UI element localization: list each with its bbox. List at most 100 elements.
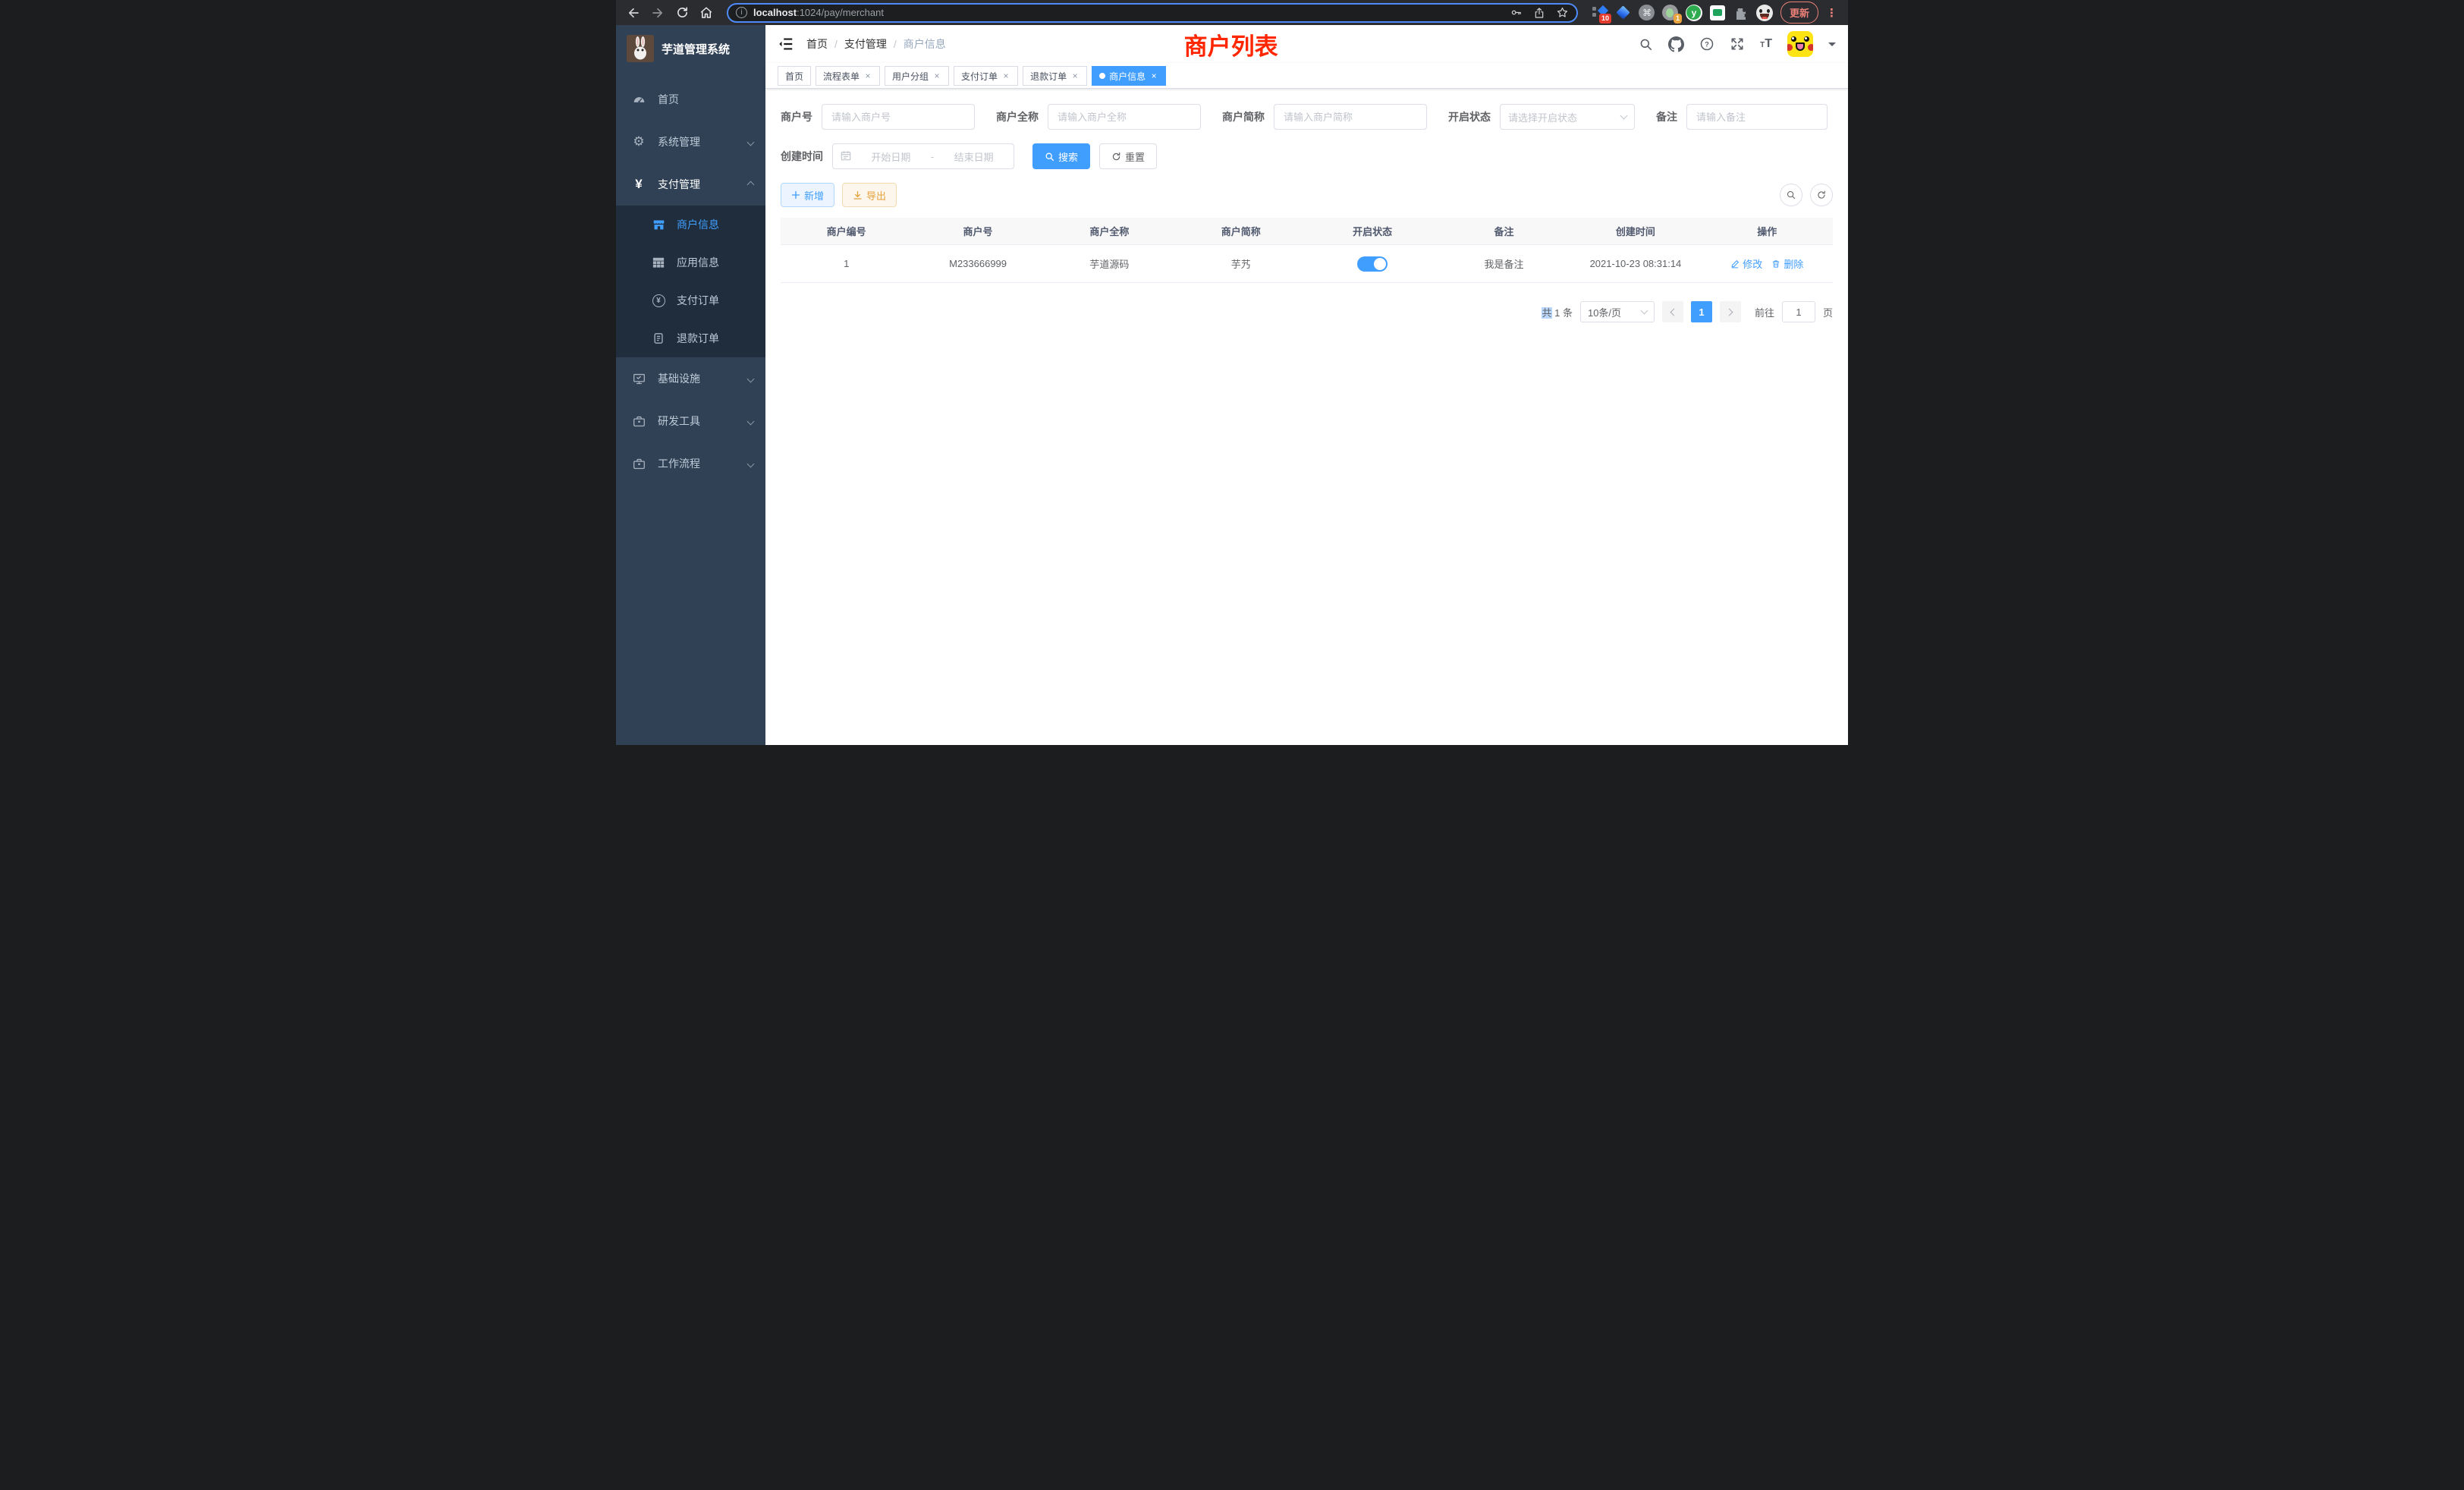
sidebar-item-home[interactable]: 首页 (616, 78, 765, 121)
extension-camera-icon[interactable]: 1 (1662, 5, 1679, 21)
cell-status (1307, 256, 1438, 272)
status-select[interactable]: 请选择开启状态 (1500, 104, 1635, 130)
close-icon[interactable] (932, 71, 941, 81)
command-icon[interactable] (1639, 5, 1655, 21)
next-page-button[interactable] (1720, 301, 1741, 322)
github-icon[interactable] (1668, 36, 1684, 52)
extension-area: 10 1 y (1589, 5, 1776, 21)
select-placeholder: 请选择开启状态 (1508, 110, 1577, 124)
url-path: :1024/pay/merchant (797, 7, 884, 18)
close-icon[interactable] (1070, 71, 1080, 81)
cell-actions: 修改 删除 (1702, 256, 1833, 271)
info-icon[interactable] (736, 7, 747, 18)
tab-refund-order[interactable]: 退款订单 (1023, 66, 1087, 86)
breadcrumb-separator: / (834, 38, 838, 50)
merchant-no-input[interactable] (822, 104, 975, 130)
star-icon[interactable] (1556, 6, 1569, 19)
sidebar-item-system[interactable]: ⚙ 系统管理 (616, 121, 765, 163)
chevron-up-icon (747, 181, 755, 188)
sidebar-logo[interactable]: 芋道管理系统 (616, 25, 765, 72)
filter-label: 商户号 (781, 109, 812, 124)
breadcrumb-home[interactable]: 首页 (806, 36, 828, 52)
extension-y-icon[interactable]: y (1686, 5, 1702, 21)
column-header: 商户编号 (781, 224, 912, 238)
browser-profile-avatar[interactable] (1756, 5, 1773, 21)
share-icon[interactable] (1533, 7, 1545, 19)
sidebar-item-label: 首页 (658, 92, 679, 107)
font-size-icon[interactable]: TT (1760, 37, 1772, 51)
cell-merchant-no: M233666999 (912, 258, 1043, 269)
url-text: localhost:1024/pay/merchant (753, 7, 884, 18)
show-search-button[interactable] (1780, 184, 1802, 206)
breadcrumb: 首页 / 支付管理 / 商户信息 (806, 36, 946, 52)
key-icon[interactable] (1510, 6, 1523, 19)
short-name-input[interactable] (1274, 104, 1427, 130)
prev-page-button[interactable] (1662, 301, 1683, 322)
export-button[interactable]: 导出 (842, 183, 897, 207)
date-range-picker[interactable]: 开始日期 - 结束日期 (832, 143, 1014, 169)
reload-icon[interactable] (672, 3, 692, 23)
help-icon[interactable]: ? (1699, 36, 1714, 52)
breadcrumb-current: 商户信息 (904, 36, 946, 52)
user-avatar[interactable] (1787, 31, 1813, 57)
tab-user-group[interactable]: 用户分组 (885, 66, 949, 86)
sidebar-item-label: 工作流程 (658, 456, 700, 471)
column-header: 商户号 (912, 224, 1043, 238)
sidebar-item-payment[interactable]: ¥ 支付管理 (616, 163, 765, 206)
sidebar-item-label: 基础设施 (658, 371, 700, 386)
tab-pay-order[interactable]: 支付订单 (954, 66, 1018, 86)
header-tools: ? TT (1639, 31, 1836, 57)
browser-update-button[interactable]: 更新 (1780, 2, 1818, 24)
tab-home[interactable]: 首页 (778, 66, 811, 86)
logo-rabbit-image (627, 35, 654, 62)
edit-link[interactable]: 修改 (1730, 256, 1762, 271)
remark-input[interactable] (1686, 104, 1828, 130)
current-page-button[interactable]: 1 (1691, 301, 1712, 322)
puzzle-icon[interactable] (1733, 5, 1749, 21)
full-name-input[interactable] (1048, 104, 1201, 130)
sidebar-item-infrastructure[interactable]: 基础设施 (616, 357, 765, 400)
hamburger-icon[interactable] (778, 36, 794, 52)
fullscreen-icon[interactable] (1730, 36, 1745, 52)
caret-down-icon[interactable] (1828, 42, 1836, 50)
sidebar-item-pay-order[interactable]: ¥ 支付订单 (616, 281, 765, 319)
sidebar-item-app-info[interactable]: 应用信息 (616, 244, 765, 281)
chevron-down-icon (1620, 112, 1628, 120)
goto-page-input[interactable] (1782, 301, 1815, 322)
add-button[interactable]: 新增 (781, 183, 834, 207)
extension-kite-icon[interactable] (1615, 5, 1632, 21)
extension-chat-icon[interactable] (1709, 5, 1726, 21)
chevron-left-icon (1670, 308, 1678, 316)
sidebar-menu: 首页 ⚙ 系统管理 ¥ 支付管理 商户信 (616, 72, 765, 485)
search-icon[interactable] (1639, 37, 1653, 52)
home-icon[interactable] (696, 3, 716, 23)
close-icon[interactable] (863, 71, 872, 81)
reset-button[interactable]: 重置 (1099, 143, 1157, 169)
tab-process-form[interactable]: 流程表单 (816, 66, 880, 86)
payment-submenu: 商户信息 应用信息 ¥ 支付订单 (616, 206, 765, 357)
chevron-down-icon (747, 460, 755, 467)
status-toggle-on[interactable] (1357, 256, 1388, 272)
refresh-button[interactable] (1810, 184, 1833, 206)
briefcase-icon (631, 457, 646, 470)
sidebar-item-dev-tools[interactable]: 研发工具 (616, 400, 765, 442)
delete-link[interactable]: 删除 (1771, 256, 1803, 271)
breadcrumb-section[interactable]: 支付管理 (844, 36, 887, 52)
chevron-down-icon (1641, 307, 1648, 315)
date-start-placeholder: 开始日期 (859, 149, 923, 164)
sidebar-item-refund-order[interactable]: 退款订单 (616, 319, 765, 357)
tab-merchant-info-active[interactable]: 商户信息 (1092, 66, 1166, 86)
browser-menu-icon[interactable] (1823, 6, 1840, 20)
page-size-select[interactable]: 10条/页 (1580, 301, 1655, 322)
sidebar-item-workflow[interactable]: 工作流程 (616, 442, 765, 485)
extension-diamond-icon[interactable]: 10 (1592, 5, 1608, 21)
back-icon[interactable] (624, 3, 643, 23)
pagination-total: 共 1 条 (1542, 305, 1572, 319)
forward-icon[interactable] (648, 3, 668, 23)
sidebar-item-merchant-info[interactable]: 商户信息 (616, 206, 765, 244)
close-icon[interactable] (1149, 71, 1158, 81)
sidebar: 芋道管理系统 首页 ⚙ 系统管理 ¥ 支付管理 (616, 25, 765, 745)
url-bar[interactable]: localhost:1024/pay/merchant (727, 3, 1578, 23)
close-icon[interactable] (1001, 71, 1010, 81)
search-button[interactable]: 搜索 (1032, 143, 1090, 169)
